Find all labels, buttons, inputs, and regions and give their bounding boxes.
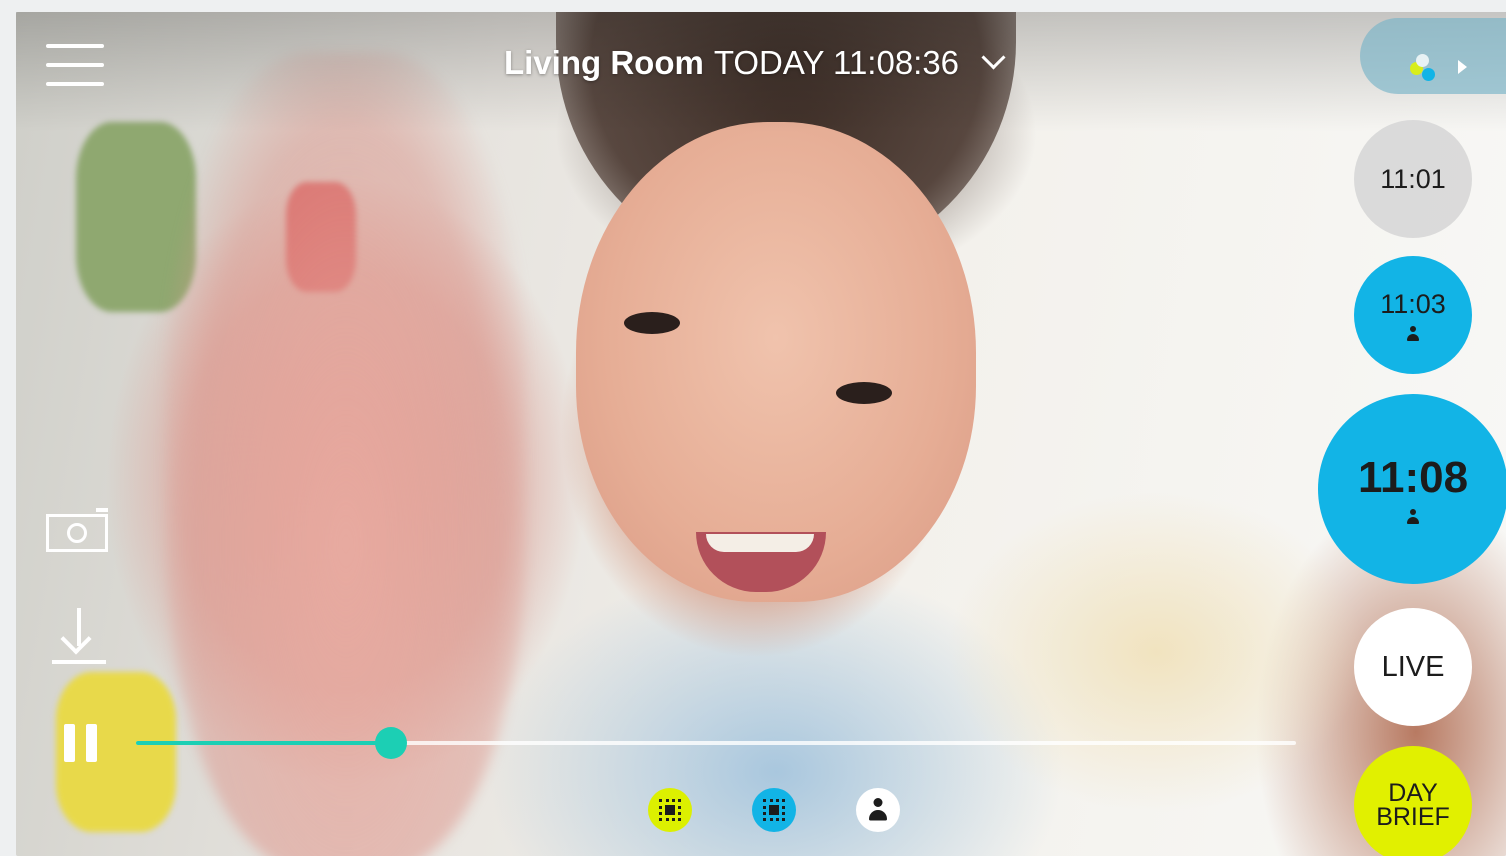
zone-grid-icon — [763, 799, 785, 821]
chevron-down-icon[interactable] — [981, 45, 1006, 70]
camera-icon[interactable] — [46, 506, 112, 554]
playback-scrubber[interactable] — [136, 727, 1296, 759]
live-button[interactable]: LIVE — [1354, 608, 1472, 726]
person-filter[interactable] — [856, 788, 900, 832]
motion-filter-yellow[interactable] — [648, 788, 692, 832]
logo-dot-blue — [1422, 68, 1435, 81]
hamburger-menu-icon[interactable] — [46, 44, 104, 90]
motion-filter-blue[interactable] — [752, 788, 796, 832]
pause-bar — [86, 724, 97, 762]
logo-dot-white — [1416, 54, 1429, 67]
scrubber-progress — [136, 741, 392, 745]
pause-icon[interactable] — [64, 724, 98, 762]
person-icon — [1407, 509, 1419, 525]
child-eye — [624, 312, 680, 334]
child-eye — [836, 382, 892, 404]
play-arrow-icon — [1458, 60, 1467, 74]
zone-grid-icon — [659, 799, 681, 821]
person-icon — [1407, 325, 1419, 342]
event-time: 11:08 — [1357, 453, 1469, 502]
event-bubble-1108[interactable]: 11:08 — [1318, 394, 1506, 584]
person-icon — [869, 798, 887, 822]
download-arrow-head — [60, 623, 92, 655]
camera-title[interactable]: Living Room TODAY 11:08:36 — [504, 44, 1006, 82]
download-base — [52, 660, 106, 664]
day-brief-button[interactable]: DAY BRIEF — [1354, 746, 1472, 856]
camera-lens — [67, 523, 87, 543]
camera-flash — [96, 508, 108, 512]
logo-dots-icon[interactable] — [1360, 18, 1506, 94]
scrubber-handle[interactable] — [375, 727, 408, 759]
event-time: 11:01 — [1380, 163, 1446, 194]
camera-video-frame[interactable] — [16, 12, 1506, 856]
download-icon[interactable] — [52, 606, 106, 666]
event-bubble-1101[interactable]: 11:01 — [1354, 120, 1472, 238]
live-label: LIVE — [1381, 650, 1445, 683]
event-time: 11:03 — [1380, 288, 1446, 319]
event-bubble-1103[interactable]: 11:03 — [1354, 256, 1472, 374]
child-face — [576, 122, 976, 602]
day-brief-label-line1: DAY — [1388, 779, 1438, 807]
room-name: Living Room — [504, 44, 704, 81]
waving-hand — [166, 52, 526, 856]
pause-bar — [64, 724, 75, 762]
day-brief-label-line2: BRIEF — [1376, 803, 1450, 831]
timestamp: TODAY 11:08:36 — [713, 44, 960, 81]
child-teeth — [706, 534, 814, 552]
